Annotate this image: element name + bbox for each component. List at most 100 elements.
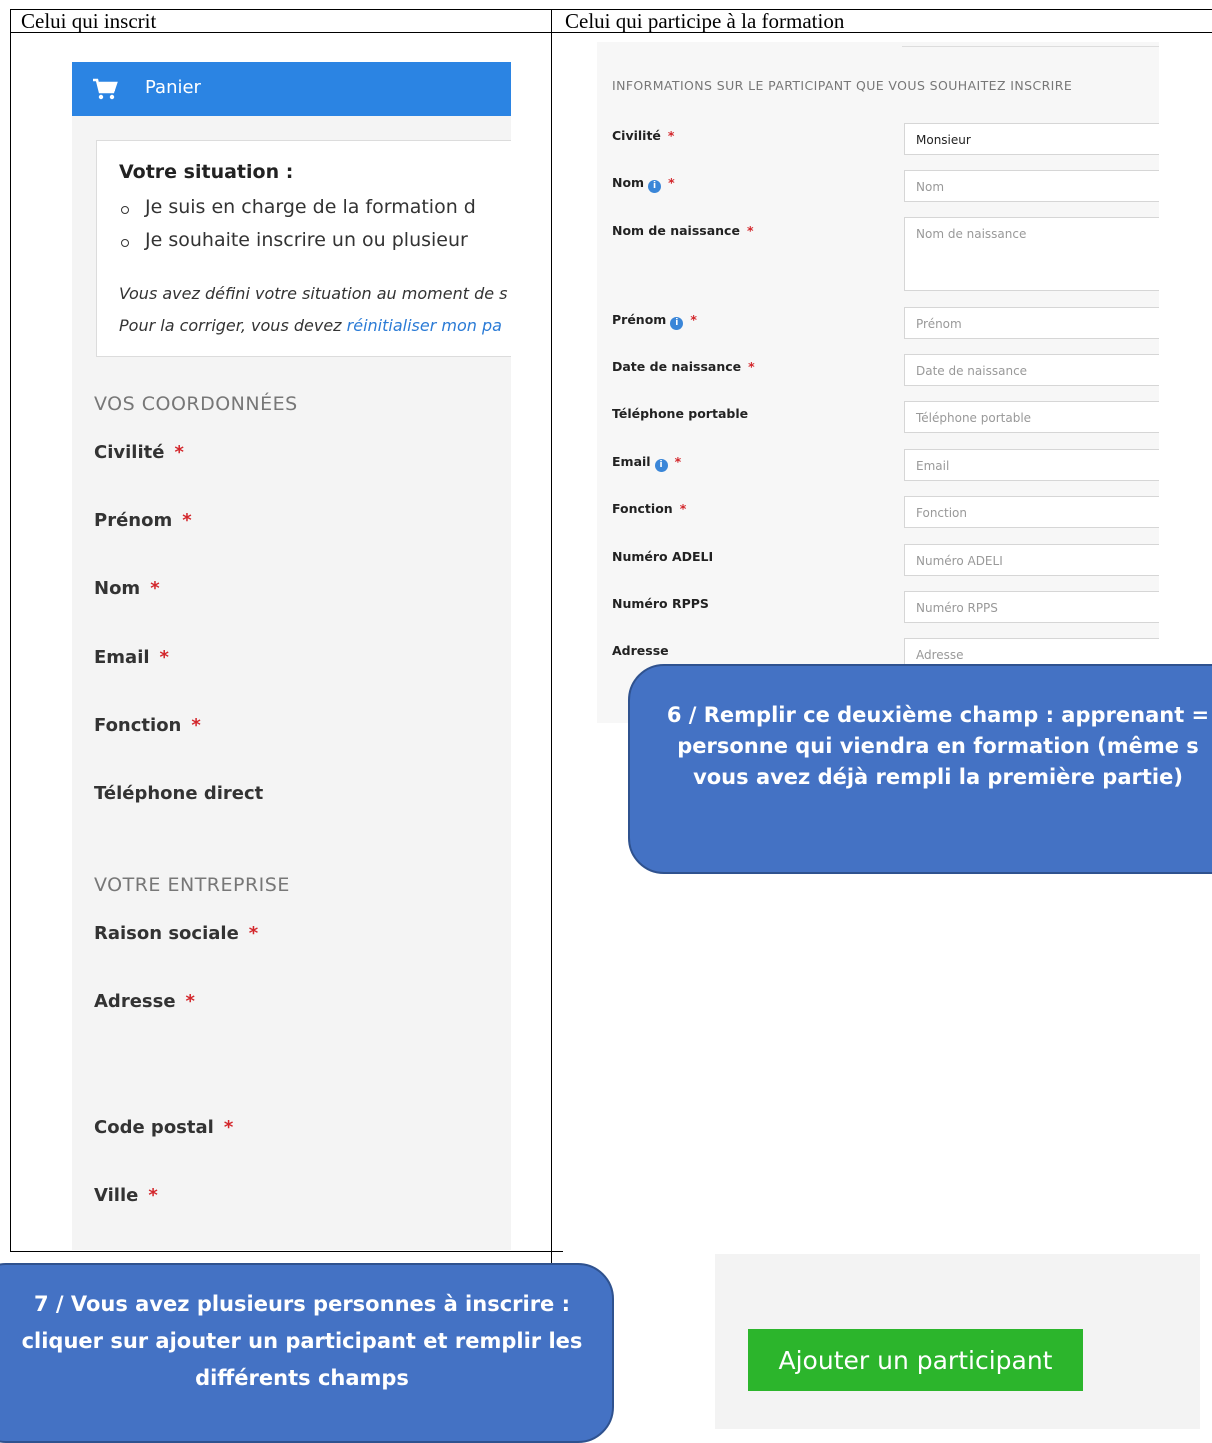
nom-naissance-textarea[interactable]: Nom de naissance bbox=[904, 217, 1159, 291]
field-label-text: Fonction bbox=[94, 715, 182, 736]
field-label-text: Prénom bbox=[612, 312, 667, 327]
field-label-text: Prénom bbox=[94, 510, 173, 531]
col-left-title: Celui qui inscrit bbox=[21, 9, 157, 33]
field-label-telephone-portable: Téléphone portable bbox=[612, 406, 748, 421]
field-label-civilite: Civilité * bbox=[612, 128, 674, 143]
field-label-prenom: Prénom i * bbox=[612, 312, 697, 330]
situation-box: Votre situation : Je suis en charge de l… bbox=[96, 140, 511, 357]
callout-line: vous avez déjà rempli la première partie… bbox=[693, 765, 1183, 789]
required-marker: * bbox=[150, 578, 160, 599]
field-label-fonction: Fonction * bbox=[94, 715, 201, 736]
add-participant-button[interactable]: Ajouter un participant bbox=[748, 1329, 1083, 1391]
field-label-adresse: Adresse * bbox=[94, 991, 195, 1012]
date-naissance-input[interactable]: Date de naissance bbox=[904, 354, 1159, 386]
field-label-text: Adresse bbox=[94, 991, 176, 1012]
field-label-text: Téléphone direct bbox=[94, 783, 264, 804]
reset-profile-link[interactable]: réinitialiser mon pa bbox=[347, 316, 502, 335]
required-marker: * bbox=[674, 454, 682, 469]
required-marker: * bbox=[159, 647, 169, 668]
cart-header[interactable]: Panier bbox=[72, 62, 511, 116]
cart-label: Panier bbox=[145, 77, 201, 98]
required-marker: * bbox=[191, 715, 201, 736]
previous-input-edge bbox=[902, 42, 1159, 47]
field-label-prenom: Prénom * bbox=[94, 510, 192, 531]
situation-note-2: Pour la corriger, vous devez réinitialis… bbox=[119, 316, 502, 335]
email-input[interactable]: Email bbox=[904, 449, 1159, 481]
field-label-code-postal: Code postal * bbox=[94, 1117, 233, 1138]
info-icon[interactable]: i bbox=[654, 459, 668, 472]
instruction-callout-6: 6 / Remplir ce deuxième champ : apprenan… bbox=[628, 664, 1212, 874]
field-label-nom-naissance: Nom de naissance * bbox=[612, 223, 753, 238]
prenom-input[interactable]: Prénom bbox=[904, 307, 1159, 339]
field-label-text: Numéro ADELI bbox=[612, 549, 714, 564]
field-label-text: Ville bbox=[94, 1185, 139, 1206]
required-marker: * bbox=[690, 312, 697, 327]
field-label-text: Nom de naissance bbox=[612, 223, 740, 238]
callout-line: cliquer sur ajouter un participant et re… bbox=[21, 1329, 583, 1353]
coordinates-section-title: VOS COORDONNÉES bbox=[94, 393, 298, 415]
civilite-select[interactable]: Monsieur bbox=[904, 123, 1159, 155]
field-label-text: Nom bbox=[94, 578, 141, 599]
participant-form-screenshot: INFORMATIONS SUR LE PARTICIPANT QUE VOUS… bbox=[597, 42, 1159, 723]
field-label-raison-sociale: Raison sociale * bbox=[94, 923, 258, 944]
numero-rpps-input[interactable]: Numéro RPPS bbox=[904, 591, 1159, 623]
field-label-text: Raison sociale bbox=[94, 923, 239, 944]
field-label-civilite: Civilité * bbox=[94, 442, 184, 463]
field-label-text: Fonction bbox=[612, 501, 673, 516]
field-label-text: Nom bbox=[612, 175, 645, 190]
numero-adeli-input[interactable]: Numéro ADELI bbox=[904, 544, 1159, 576]
table-middle-border bbox=[551, 9, 552, 1271]
fonction-input[interactable]: Fonction bbox=[904, 496, 1159, 528]
field-label-email: Email i * bbox=[612, 454, 681, 472]
field-label-text: Adresse bbox=[612, 643, 669, 658]
situation-item: Je suis en charge de la formation d bbox=[121, 196, 476, 218]
required-marker: * bbox=[748, 359, 755, 374]
table-left-border bbox=[10, 9, 11, 1252]
required-marker: * bbox=[667, 128, 675, 143]
required-marker: * bbox=[248, 923, 259, 944]
field-label-email: Email * bbox=[94, 647, 169, 668]
callout-line: différents champs bbox=[195, 1366, 409, 1390]
situation-title: Votre situation : bbox=[119, 161, 294, 183]
field-label-nom: Nom * bbox=[94, 578, 160, 599]
field-label-numero-adeli: Numéro ADELI bbox=[612, 549, 713, 564]
participant-section-title: INFORMATIONS SUR LE PARTICIPANT QUE VOUS… bbox=[612, 78, 1073, 93]
situation-note: Vous avez défini votre situation au mome… bbox=[119, 284, 508, 303]
required-marker: * bbox=[182, 510, 192, 531]
field-label-nom: Nom i * bbox=[612, 175, 675, 193]
field-label-text: Date de naissance bbox=[612, 359, 742, 374]
col-right-title: Celui qui participe à la formation bbox=[565, 9, 845, 33]
instruction-callout-7: 7 / Vous avez plusieurs personnes à insc… bbox=[0, 1263, 614, 1443]
cart-icon bbox=[93, 78, 118, 100]
field-label-telephone-direct: Téléphone direct bbox=[94, 783, 263, 804]
required-marker: * bbox=[679, 501, 687, 516]
company-section-title: VOTRE ENTREPRISE bbox=[94, 874, 290, 896]
required-marker: * bbox=[174, 442, 184, 463]
table-row-divider bbox=[10, 1251, 563, 1252]
telephone-portable-input[interactable]: Téléphone portable bbox=[904, 401, 1159, 433]
callout-line: 6 / Remplir ce deuxième champ : apprenan… bbox=[666, 703, 1210, 727]
field-label-text: Numéro RPPS bbox=[612, 596, 709, 611]
required-marker: * bbox=[746, 223, 754, 238]
callout-line: 7 / Vous avez plusieurs personnes à insc… bbox=[33, 1292, 571, 1316]
situation-note-prefix: Pour la corriger, vous devez bbox=[119, 316, 347, 335]
required-marker: * bbox=[223, 1117, 234, 1138]
field-label-text: Civilité bbox=[94, 442, 165, 463]
field-label-text: Civilité bbox=[612, 128, 661, 143]
info-icon[interactable]: i bbox=[648, 180, 662, 193]
field-label-numero-rpps: Numéro RPPS bbox=[612, 596, 709, 611]
required-marker: * bbox=[668, 175, 675, 190]
field-label-text: Téléphone portable bbox=[612, 406, 749, 421]
required-marker: * bbox=[185, 991, 195, 1012]
field-label-adresse: Adresse bbox=[612, 643, 669, 658]
field-label-text: Email bbox=[612, 454, 651, 469]
info-icon[interactable]: i bbox=[670, 317, 684, 330]
required-marker: * bbox=[148, 1185, 158, 1206]
field-label-fonction: Fonction * bbox=[612, 501, 686, 516]
add-participant-screenshot: Ajouter un participant bbox=[715, 1254, 1200, 1429]
field-label-text: Email bbox=[94, 647, 150, 668]
field-label-text: Code postal bbox=[94, 1117, 214, 1138]
situation-item: Je souhaite inscrire un ou plusieur bbox=[121, 229, 468, 251]
registrant-form-screenshot: Panier Votre situation : Je suis en char… bbox=[72, 62, 511, 1250]
nom-input[interactable]: Nom bbox=[904, 170, 1159, 202]
